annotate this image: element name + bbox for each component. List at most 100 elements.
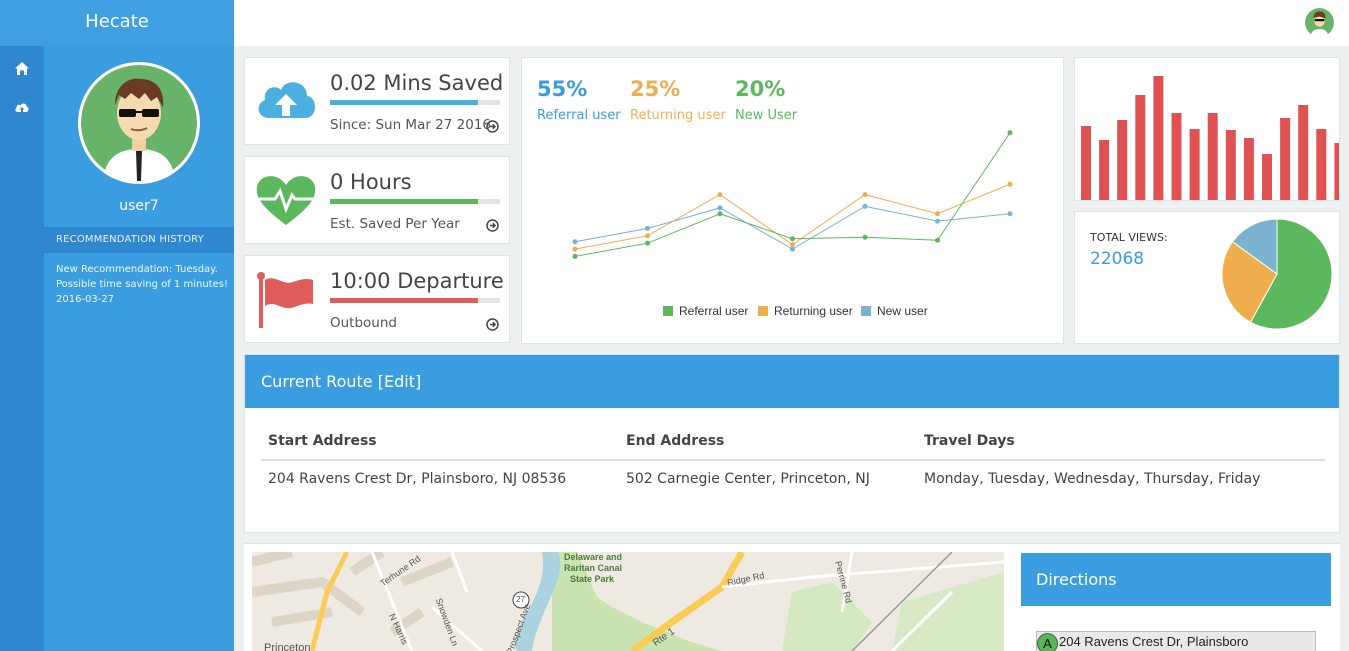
stat-card-departure: 10:00 Departure Outbound — [244, 255, 510, 343]
line-chart — [572, 130, 1013, 259]
departure-direction: Outbound — [330, 315, 397, 331]
bar-chart — [1081, 76, 1339, 200]
recommendation-history-header[interactable]: RECOMMENDATION HISTORY — [44, 227, 234, 253]
bar — [1262, 154, 1272, 200]
route-map[interactable]: Delaware and Raritan Canal State Park Ri… — [252, 552, 1004, 651]
bar — [1117, 120, 1128, 200]
avatar-icon — [1305, 8, 1334, 37]
legend-swatch — [663, 306, 673, 316]
data-point — [935, 237, 940, 243]
map-label: Delaware and — [564, 552, 623, 562]
column-header-end: End Address — [626, 433, 725, 449]
column-header-start: Start Address — [268, 433, 377, 449]
data-point — [935, 211, 940, 217]
bar — [1189, 129, 1200, 200]
start-address: 204 Ravens Crest Dr, Plainsboro, NJ 0853… — [268, 471, 567, 487]
bar — [1135, 95, 1146, 200]
icon-rail — [0, 0, 44, 651]
time-saved-since: Since: Sun Mar 27 2016 — [330, 117, 492, 133]
stat-card-hours: 0 Hours Est. Saved Per Year — [244, 156, 510, 244]
stat-card-time-saved: 0.02 Mins Saved Since: Sun Mar 27 2016 — [244, 57, 510, 145]
data-point — [862, 192, 868, 198]
bar — [1099, 140, 1110, 200]
data-point — [645, 225, 650, 231]
nav-home[interactable] — [0, 48, 44, 88]
data-point — [862, 234, 868, 240]
data-point — [645, 233, 650, 239]
bar — [1316, 129, 1327, 200]
bar — [1298, 105, 1309, 200]
data-point — [717, 192, 723, 198]
data-point — [862, 203, 868, 209]
history-line: 2016-03-27 — [56, 294, 115, 305]
arrow-circle-right-icon[interactable] — [486, 120, 499, 133]
bar — [1280, 118, 1291, 200]
route-shield: 27 — [516, 595, 525, 604]
arrow-circle-right-icon[interactable] — [486, 318, 499, 331]
user-line-chart-card: 55% Referral user 25% Returning user 20%… — [521, 57, 1064, 344]
bar — [1171, 113, 1182, 200]
directions-panel: Directions 204 Ravens Crest Dr, Plainsbo… — [1021, 553, 1331, 651]
history-line: New Recommendation: Tuesday. — [56, 264, 218, 275]
data-point — [572, 253, 578, 259]
history-line: Possible time saving of 1 minutes! — [56, 279, 228, 290]
progress-bar — [330, 199, 500, 204]
legend-label: Returning user — [774, 304, 853, 318]
legend-item[interactable]: New user — [861, 304, 928, 318]
data-point — [1007, 130, 1013, 136]
end-address: 502 Carnegie Center, Princeton, NJ — [626, 471, 870, 487]
time-saved-value: 0.02 Mins Saved — [330, 71, 504, 95]
sidebar: user7 RECOMMENDATION HISTORY New Recomme… — [44, 0, 234, 651]
arrow-circle-right-icon[interactable] — [486, 219, 499, 232]
progress-fill — [330, 199, 478, 204]
heartbeat-icon — [256, 176, 316, 225]
column-header-days: Travel Days — [924, 433, 1015, 449]
data-point — [717, 205, 723, 211]
nav-upload[interactable] — [0, 88, 44, 128]
data-point — [717, 211, 723, 217]
legend-swatch — [758, 306, 768, 316]
hours-value: 0 Hours — [330, 170, 412, 194]
current-route-card: Current Route [Edit] Start Address End A… — [244, 354, 1340, 533]
progress-fill — [330, 100, 478, 105]
map-roads — [252, 552, 1004, 651]
bar — [1225, 130, 1236, 200]
top-bar — [234, 0, 1349, 46]
user-menu-avatar[interactable] — [1305, 8, 1334, 37]
data-point — [935, 218, 940, 224]
cloud-upload-icon — [15, 103, 29, 114]
directions-start[interactable]: 204 Ravens Crest Dr, Plainsboro — [1036, 631, 1316, 651]
data-point — [645, 240, 650, 246]
data-point — [1007, 211, 1013, 217]
current-route-edit-link[interactable]: Current Route [Edit] — [245, 355, 1339, 408]
marker-a-icon: A — [1037, 633, 1058, 651]
data-point — [790, 236, 795, 242]
home-icon — [15, 61, 29, 75]
total-views-value: 22068 — [1090, 249, 1145, 269]
table-divider — [261, 459, 1325, 461]
avatar[interactable] — [78, 62, 200, 184]
map-label: State Park — [570, 574, 615, 584]
departure-value: 10:00 Departure — [330, 269, 504, 293]
recommendation-history-list: New Recommendation: Tuesday. Possible ti… — [56, 262, 228, 307]
cloud-upload-icon — [258, 82, 315, 118]
directions-title: Directions — [1021, 553, 1331, 606]
map-label: Raritan Canal — [564, 563, 623, 573]
travel-days: Monday, Tuesday, Wednesday, Thursday, Fr… — [924, 471, 1261, 487]
flag-icon — [257, 272, 313, 328]
avatar-icon — [81, 65, 197, 181]
data-point — [1007, 181, 1013, 187]
progress-bar — [330, 298, 500, 303]
app-title[interactable]: Hecate — [0, 0, 234, 46]
total-views-card: TOTAL VIEWS: 22068 — [1074, 211, 1340, 344]
bar — [1207, 113, 1218, 200]
data-point — [790, 242, 795, 248]
username: user7 — [119, 198, 159, 214]
legend-item[interactable]: Returning user — [758, 304, 853, 318]
map-label: Princeton — [264, 642, 311, 651]
legend-swatch — [861, 306, 871, 316]
legend-item[interactable]: Referral user — [663, 304, 748, 318]
legend-label: New user — [877, 304, 928, 318]
legend-label: Referral user — [679, 304, 749, 318]
hours-sub: Est. Saved Per Year — [330, 216, 460, 232]
